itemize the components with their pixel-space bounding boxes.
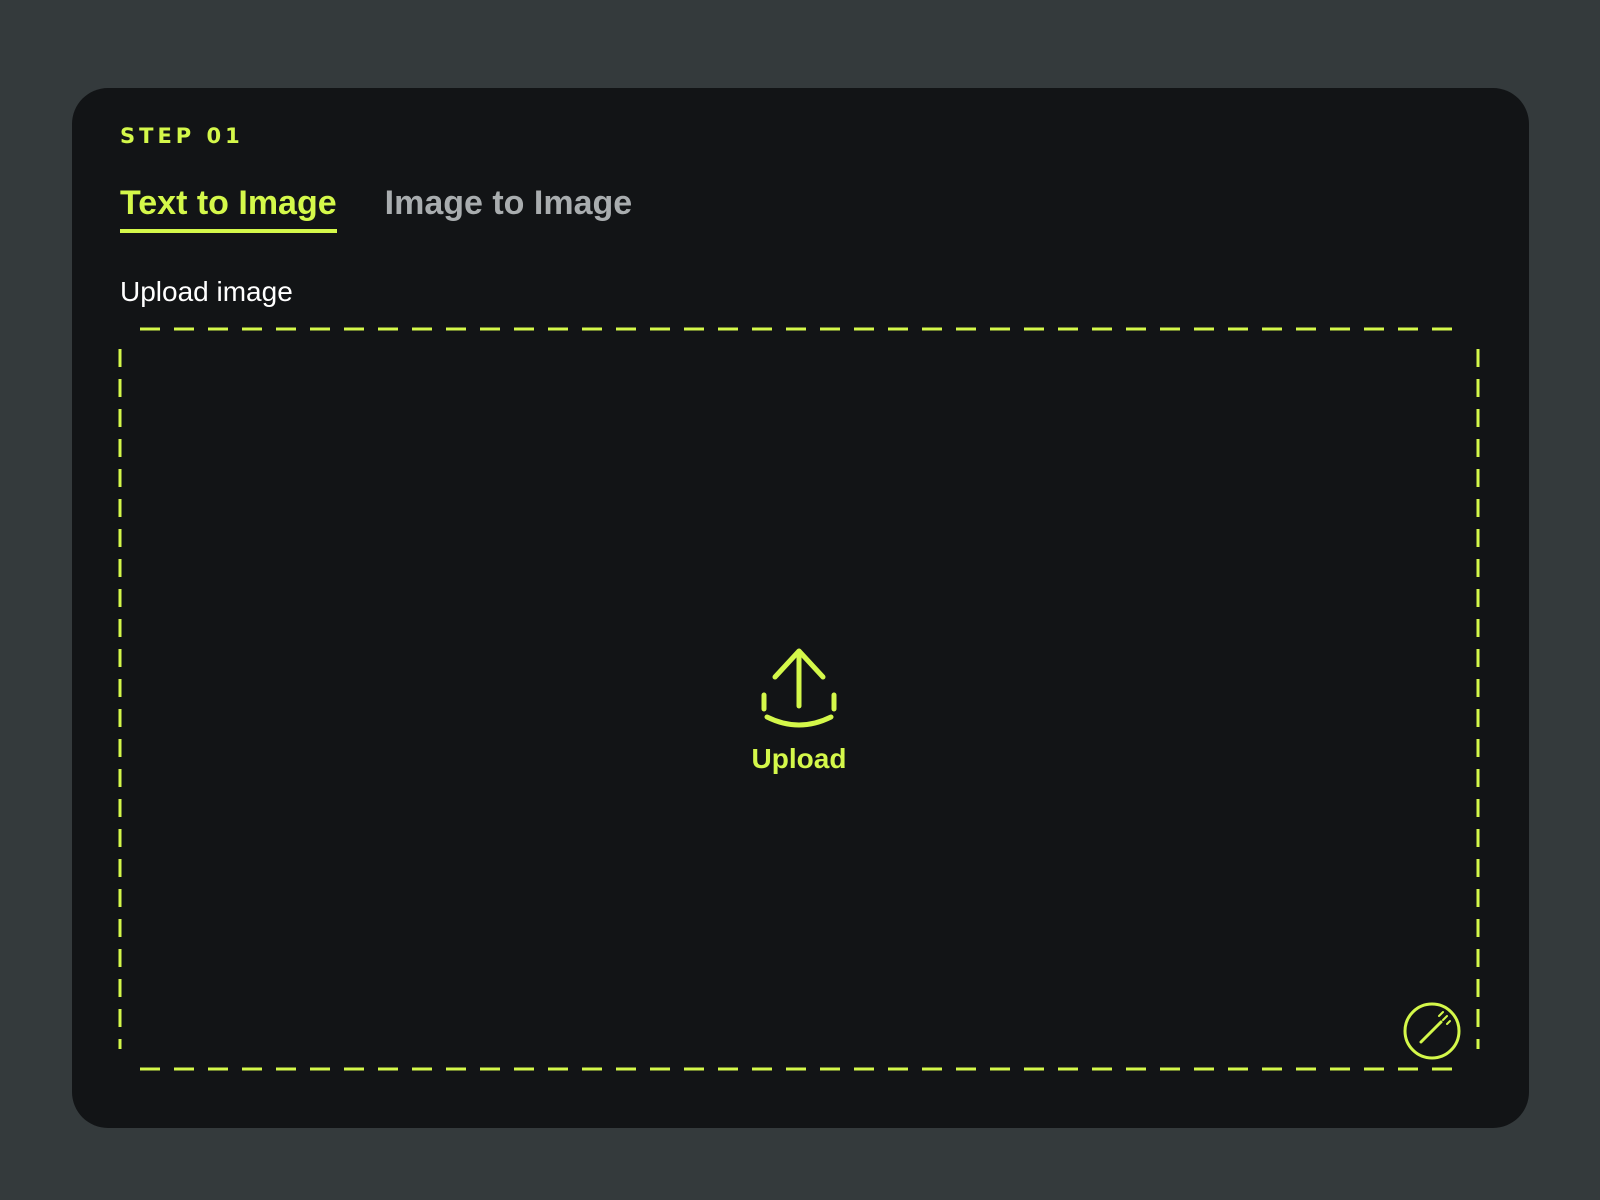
upload-button-label: Upload xyxy=(751,743,847,774)
upload-icon xyxy=(761,648,837,728)
magic-wand-icon[interactable] xyxy=(1403,1002,1461,1060)
step-label: STEP 01 xyxy=(120,124,244,148)
mode-tabs: Text to Image Image to Image xyxy=(120,186,632,233)
upload-image-label: Upload image xyxy=(120,276,293,307)
tab-text-to-image[interactable]: Text to Image xyxy=(120,186,337,233)
upload-card: STEP 01 Text to Image Image to Image Upl… xyxy=(72,88,1529,1128)
upload-button[interactable]: Upload xyxy=(118,647,1480,773)
tab-image-to-image[interactable]: Image to Image xyxy=(385,186,633,233)
upload-dropzone[interactable]: Upload xyxy=(118,327,1480,1071)
